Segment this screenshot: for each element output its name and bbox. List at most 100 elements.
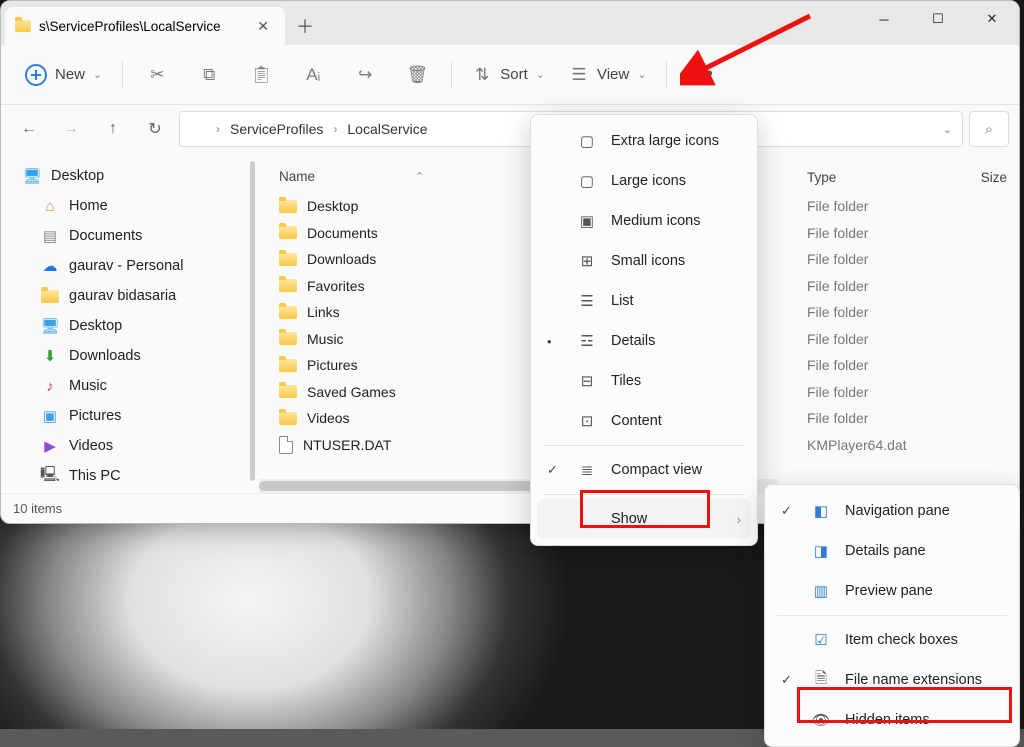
scrollbar[interactable] xyxy=(250,161,255,481)
tiles-icon: ⊟ xyxy=(577,372,597,390)
file-name: Pictures xyxy=(307,357,358,373)
music-icon: ♪ xyxy=(41,377,59,395)
close-tab-button[interactable]: ✕ xyxy=(251,14,275,39)
rename-button[interactable]: Aᵢ xyxy=(289,55,337,95)
sidebar-item-documents[interactable]: ▤Documents xyxy=(1,221,259,251)
menu-label: Navigation pane xyxy=(845,503,950,519)
chevron-right-icon: › xyxy=(216,122,220,136)
file-row[interactable]: Documents xyxy=(279,220,502,247)
chevron-right-icon: › xyxy=(333,122,337,136)
menu-separator xyxy=(777,615,1007,616)
folder-icon xyxy=(279,306,297,319)
menu-label: Large icons xyxy=(611,173,686,189)
column-header-name[interactable]: Name⌃ xyxy=(279,161,502,193)
folder-icon xyxy=(41,290,59,303)
sidebar-item-pictures[interactable]: ▣Pictures xyxy=(1,401,259,431)
file-row[interactable]: Links xyxy=(279,299,502,326)
cut-button[interactable]: ✂ xyxy=(133,55,181,95)
maximize-button[interactable]: ☐ xyxy=(911,1,965,37)
menu-label: Extra large icons xyxy=(611,133,719,149)
paste-button[interactable]: 📋︎ xyxy=(237,55,285,95)
file-row[interactable]: Desktop xyxy=(279,193,502,220)
sidebar-item-desktop2[interactable]: 🖥︎Desktop xyxy=(1,311,259,341)
file-row[interactable]: Favorites xyxy=(279,273,502,300)
menu-item-file-name-extensions[interactable]: ✓🗎File name extensions xyxy=(771,660,1013,700)
menu-item-medium-icons[interactable]: ▣Medium icons xyxy=(537,201,751,241)
header-label: Name xyxy=(279,169,315,184)
file-row[interactable]: Music xyxy=(279,326,502,353)
sort-label: Sort xyxy=(500,66,528,83)
annotation-arrow xyxy=(680,10,820,90)
sidebar-item-downloads[interactable]: ⬇Downloads xyxy=(1,341,259,371)
breadcrumb-segment[interactable]: ServiceProfiles xyxy=(230,121,323,137)
file-explorer-window: s\ServiceProfiles\LocalService ✕ ＋ ─ ☐ ✕… xyxy=(0,0,1020,524)
minimize-button[interactable]: ─ xyxy=(857,1,911,37)
file-row[interactable]: Downloads xyxy=(279,246,502,273)
breadcrumb-segment[interactable]: LocalService xyxy=(347,121,427,137)
menu-item-details[interactable]: •☲Details xyxy=(537,321,751,361)
column-header-size[interactable]: Size xyxy=(981,170,1007,185)
folder-icon xyxy=(15,20,31,32)
menu-item-tiles[interactable]: ⊟ Tiles xyxy=(537,361,751,401)
menu-item-small-icons[interactable]: ⊞Small icons xyxy=(537,241,751,281)
chevron-down-icon: ⌄ xyxy=(637,68,646,81)
share-button[interactable]: ↪ xyxy=(341,55,389,95)
file-type: File folder xyxy=(807,193,1007,220)
active-tab[interactable]: s\ServiceProfiles\LocalService ✕ xyxy=(5,7,285,45)
close-window-button[interactable]: ✕ xyxy=(965,1,1019,37)
sidebar-item-desktop[interactable]: 🖥︎Desktop xyxy=(1,161,259,191)
sort-icon: ⇅ xyxy=(472,65,492,85)
folder-icon xyxy=(279,226,297,239)
folder-icon xyxy=(279,332,297,345)
folder-icon xyxy=(279,385,297,398)
sort-button[interactable]: ⇅ Sort ⌄ xyxy=(462,55,555,95)
file-row[interactable]: Saved Games xyxy=(279,379,502,406)
menu-item-show[interactable]: Show › xyxy=(537,499,751,539)
sidebar-item-onedrive[interactable]: ☁gaurav - Personal xyxy=(1,251,259,281)
share-icon: ↪ xyxy=(355,65,375,85)
check-icon: ✓ xyxy=(781,672,797,688)
menu-label: Show xyxy=(611,511,647,527)
sidebar-item-home[interactable]: ⌂Home xyxy=(1,191,259,221)
menu-item-large-icons[interactable]: ▢Large icons xyxy=(537,161,751,201)
menu-label: Tiles xyxy=(611,373,641,389)
menu-item-navigation-pane[interactable]: ✓◧Navigation pane xyxy=(771,491,1013,531)
copy-button[interactable]: ⧉ xyxy=(185,55,233,95)
folder-icon xyxy=(279,412,297,425)
grid-icon: ▢ xyxy=(577,132,597,150)
chevron-right-icon: › xyxy=(737,512,741,527)
column-header-type[interactable]: Type xyxy=(807,170,836,185)
menu-item-item-check-boxes[interactable]: ☑Item check boxes xyxy=(771,620,1013,660)
sidebar-item-videos[interactable]: ▶Videos xyxy=(1,431,259,461)
forward-button[interactable]: → xyxy=(53,111,89,147)
new-tab-button[interactable]: ＋ xyxy=(285,7,325,45)
back-button[interactable]: ← xyxy=(11,111,47,147)
delete-button[interactable]: 🗑︎ xyxy=(393,55,441,95)
divider xyxy=(666,61,667,89)
menu-item-list[interactable]: ☰List xyxy=(537,281,751,321)
name-column: Name⌃ Desktop Documents Downloads Favori… xyxy=(259,153,514,493)
menu-item-details-pane[interactable]: ◨Details pane xyxy=(771,531,1013,571)
menu-label: List xyxy=(611,293,634,309)
file-name: Saved Games xyxy=(307,384,396,400)
new-button[interactable]: New ⌄ xyxy=(15,55,112,95)
up-button[interactable]: ↑ xyxy=(95,111,131,147)
menu-item-hidden-items[interactable]: 👁︎Hidden items xyxy=(771,700,1013,740)
file-row[interactable]: Videos xyxy=(279,405,502,432)
menu-item-extra-large-icons[interactable]: ▢ Extra large icons xyxy=(537,121,751,161)
sidebar-item-user[interactable]: gaurav bidasaria xyxy=(1,281,259,311)
file-name: Favorites xyxy=(307,278,365,294)
file-row[interactable]: NTUSER.DAT xyxy=(279,432,502,459)
sidebar-item-music[interactable]: ♪Music xyxy=(1,371,259,401)
file-row[interactable]: Pictures xyxy=(279,352,502,379)
sidebar-item-thispc[interactable]: 🖳This PC xyxy=(1,461,259,491)
menu-item-content[interactable]: ⊡Content xyxy=(537,401,751,441)
menu-item-preview-pane[interactable]: ▥Preview pane xyxy=(771,571,1013,611)
menu-item-compact-view[interactable]: ✓≣Compact view xyxy=(537,450,751,490)
file-icon xyxy=(279,436,293,454)
chevron-down-icon[interactable]: ⌄ xyxy=(943,123,952,136)
home-icon: ⌂ xyxy=(41,197,59,215)
search-box[interactable]: ⌕ xyxy=(969,111,1009,147)
refresh-button[interactable]: ↻ xyxy=(137,111,173,147)
view-button[interactable]: ☰ View ⌄ xyxy=(559,55,656,95)
